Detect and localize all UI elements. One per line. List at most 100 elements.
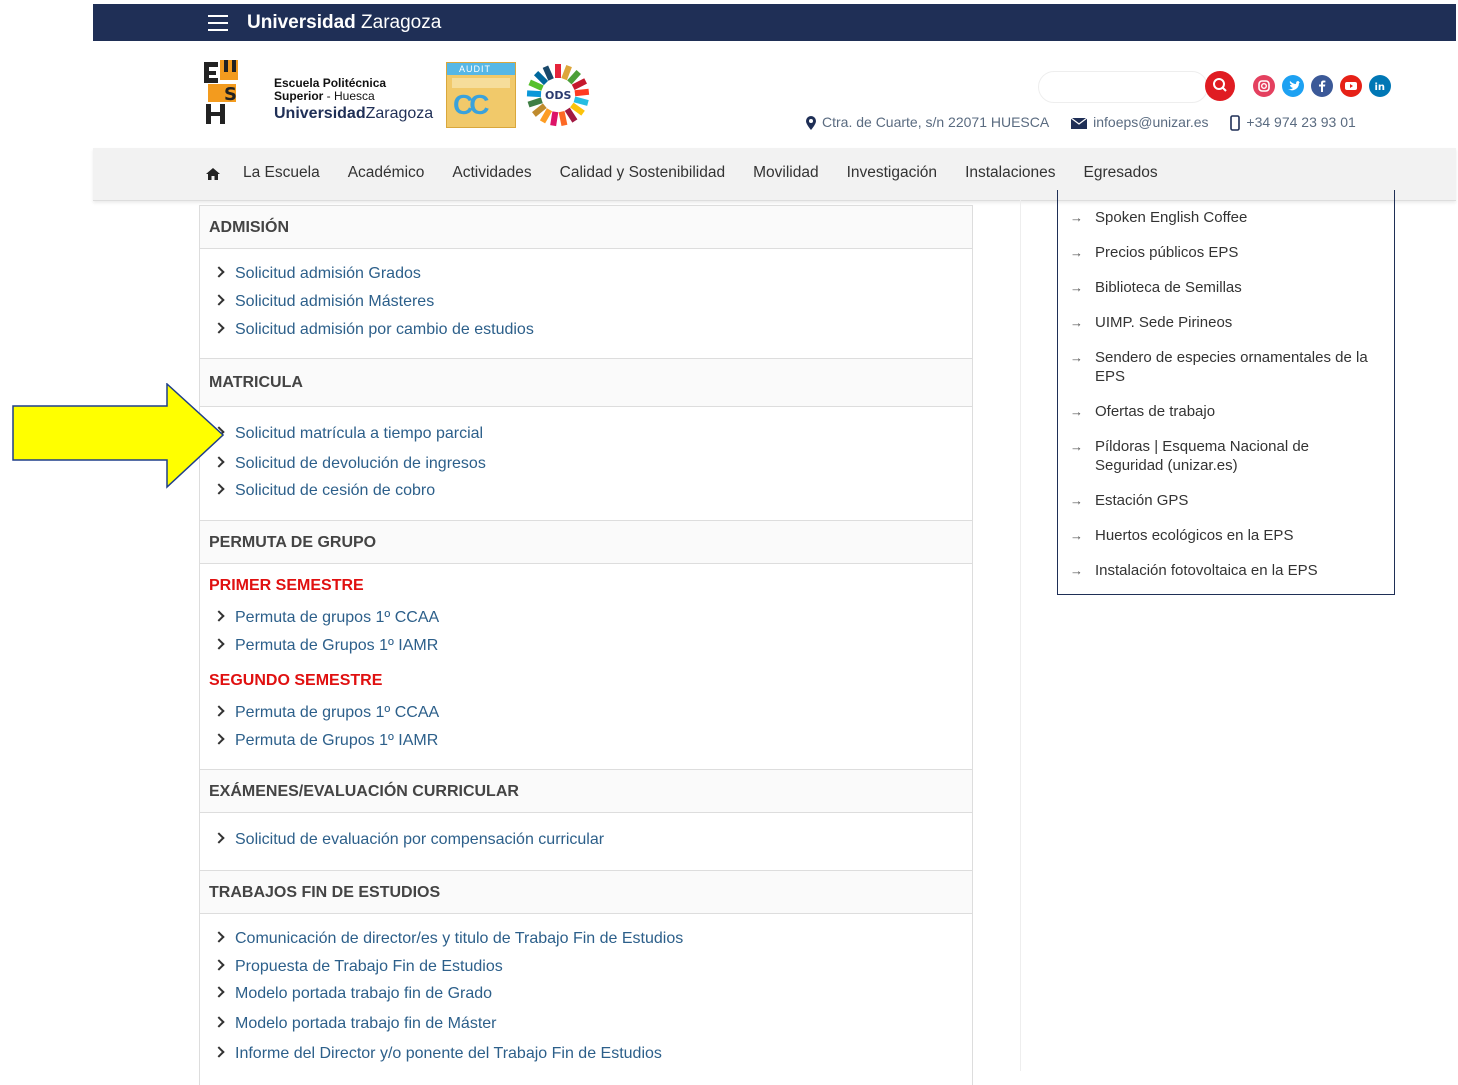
section-header-matricula: MATRICULA <box>200 358 972 407</box>
home-icon[interactable] <box>205 166 221 182</box>
twitter-button[interactable] <box>1282 75 1304 97</box>
ods-wheel-icon[interactable]: ODS <box>525 62 591 128</box>
nav-item-egresados[interactable]: Egresados <box>1084 164 1158 181</box>
arrow-right-icon: → <box>1070 563 1083 578</box>
link-text: Solicitud admisión por cambio de estudio… <box>235 321 534 338</box>
sidebar-item-label: Biblioteca de Semillas <box>1095 279 1242 296</box>
search-input[interactable] <box>1038 71 1208 103</box>
school-name: Escuela Politécnica Superior - Huesca Un… <box>274 77 444 122</box>
search-button[interactable] <box>1205 71 1235 101</box>
instagram-icon <box>1258 80 1270 92</box>
mobile-phone-icon <box>1230 115 1241 132</box>
sidebar-item-pildoras[interactable]: → Píldoras | Esquema Nacional de Segurida… <box>1070 437 1370 475</box>
arrow-right-icon: → <box>1070 315 1083 330</box>
link-matricula-tiempo-parcial[interactable]: Solicitud matrícula a tiempo parcial <box>213 425 483 443</box>
link-informe-director[interactable]: Informe del Director y/o ponente del Tra… <box>213 1045 662 1063</box>
link-tfe-comunicacion[interactable]: Comunicación de director/es y titulo de … <box>213 930 684 948</box>
instagram-button[interactable] <box>1253 75 1275 97</box>
audit-label: AUDIT <box>447 63 515 75</box>
chevron-right-icon <box>213 986 225 998</box>
sidebar-item-label: Huertos ecológicos en la EPS <box>1095 527 1294 544</box>
link-portada-grado[interactable]: Modelo portada trabajo fin de Grado <box>213 985 493 1003</box>
link-admision-grados[interactable]: Solicitud admisión Grados <box>213 265 421 283</box>
sidebar-item-sendero[interactable]: → Sendero de especies ornamentales de la … <box>1070 348 1370 386</box>
section-header-admision: ADMISIÓN <box>200 205 972 249</box>
link-tfe-propuesta[interactable]: Propuesta de Trabajo Fin de Estudios <box>213 958 503 976</box>
link-devolucion-ingresos[interactable]: Solicitud de devolución de ingresos <box>213 455 486 473</box>
sidebar-item-biblioteca-semillas[interactable]: → Biblioteca de Semillas <box>1070 278 1370 297</box>
sidebar-item-label: Precios públicos EPS <box>1095 244 1239 261</box>
quick-links-sidebar: → Spoken English Coffee → Precios públicos… <box>1057 190 1395 595</box>
link-permuta-1-ccaa[interactable]: Permuta de grupos 1º CCAA <box>213 609 439 627</box>
chevron-right-icon <box>213 832 225 844</box>
chevron-right-icon <box>213 322 225 334</box>
link-text: Permuta de Grupos 1º IAMR <box>235 637 439 654</box>
school-university-bold: Universidad <box>274 105 366 122</box>
segundo-semestre-heading: SEGUNDO SEMESTRE <box>209 672 383 689</box>
envelope-icon <box>1071 117 1088 129</box>
arrow-right-icon: → <box>1070 404 1083 419</box>
ods-label: ODS <box>545 89 571 102</box>
sidebar-item-fotovoltaica[interactable]: → Instalación fotovoltaica en la EPS <box>1070 561 1370 580</box>
facebook-icon <box>1319 80 1326 92</box>
sidebar-item-label: Píldoras | Esquema Nacional de Seguridad… <box>1095 438 1310 474</box>
svg-text:S: S <box>224 84 237 105</box>
sidebar-item-huertos[interactable]: → Huertos ecológicos en la EPS <box>1070 526 1370 545</box>
youtube-icon <box>1345 82 1357 90</box>
nav-item-la-escuela[interactable]: La Escuela <box>243 164 320 181</box>
university-brand[interactable]: Universidad Zaragoza <box>247 12 441 34</box>
nav-item-movilidad[interactable]: Movilidad <box>753 164 818 181</box>
facebook-button[interactable] <box>1311 75 1333 97</box>
link-admision-masteres[interactable]: Solicitud admisión Másteres <box>213 293 435 311</box>
chevron-right-icon <box>213 705 225 717</box>
arrow-right-icon: → <box>1070 493 1083 508</box>
link-text: Comunicación de director/es y titulo de … <box>235 930 684 947</box>
nav-item-academico[interactable]: Académico <box>348 164 425 181</box>
school-line2-bold: Superior <box>274 89 324 103</box>
nav-item-calidad-sostenibilidad[interactable]: Calidad y Sostenibilidad <box>560 164 725 181</box>
audit-badge[interactable]: AUDIT CC <box>446 62 516 128</box>
section-title-examenes: EXÁMENES/EVALUACIÓN CURRICULAR <box>209 783 519 800</box>
arrow-right-icon: → <box>1070 350 1083 365</box>
school-line2-rest: - Huesca <box>323 89 375 103</box>
school-university: UniversidadZaragoza <box>274 105 444 122</box>
link-permuta-2-ccaa[interactable]: Permuta de grupos 1º CCAA <box>213 704 439 722</box>
sidebar-item-label: Spoken English Coffee <box>1095 209 1248 226</box>
procedures-panel: ADMISIÓN Solicitud admisión Grados Solic… <box>199 205 973 1085</box>
contact-row: Ctra. de Cuarte, s/n 22071 HUESCA infoep… <box>806 114 1374 132</box>
sidebar-item-uimp[interactable]: → UIMP. Sede Pirineos <box>1070 313 1370 332</box>
link-permuta-1-iamr[interactable]: Permuta de Grupos 1º IAMR <box>213 637 439 655</box>
email-item[interactable]: infoeps@unizar.es <box>1071 114 1209 130</box>
link-text: Solicitud de evaluación por compensación… <box>235 831 605 848</box>
link-compensacion-curricular[interactable]: Solicitud de evaluación por compensación… <box>213 831 605 849</box>
sidebar-item-spoken-english[interactable]: → Spoken English Coffee <box>1070 208 1370 227</box>
section-title-permuta: PERMUTA DE GRUPO <box>209 534 377 551</box>
sidebar-item-estacion-gps[interactable]: → Estación GPS <box>1070 491 1370 510</box>
linkedin-icon: in <box>1375 82 1386 93</box>
sidebar-item-precios[interactable]: → Precios públicos EPS <box>1070 243 1370 262</box>
link-admision-cambio-estudios[interactable]: Solicitud admisión por cambio de estudio… <box>213 321 534 339</box>
link-cesion-cobro[interactable]: Solicitud de cesión de cobro <box>213 482 436 500</box>
section-header-tfe: TRABAJOS FIN DE ESTUDIOS <box>200 870 972 914</box>
link-permuta-2-iamr[interactable]: Permuta de Grupos 1º IAMR <box>213 732 438 750</box>
nav-item-instalaciones[interactable]: Instalaciones <box>965 164 1055 181</box>
chevron-right-icon <box>213 1016 225 1028</box>
phone-item[interactable]: +34 974 23 93 01 <box>1230 114 1356 132</box>
sidebar-item-label: Ofertas de trabajo <box>1095 403 1216 420</box>
menu-icon[interactable] <box>208 15 228 31</box>
chevron-right-icon <box>213 610 225 622</box>
link-text: Solicitud de cesión de cobro <box>235 482 436 499</box>
sidebar-item-label: Instalación fotovoltaica en la EPS <box>1095 562 1318 579</box>
link-text: Modelo portada trabajo fin de Grado <box>235 985 493 1002</box>
nav-item-investigacion[interactable]: Investigación <box>847 164 937 181</box>
phone-text: +34 974 23 93 01 <box>1246 114 1356 130</box>
link-text: Solicitud admisión Másteres <box>235 293 435 310</box>
link-portada-master[interactable]: Modelo portada trabajo fin de Máster <box>213 1015 496 1033</box>
linkedin-button[interactable]: in <box>1369 75 1391 97</box>
sidebar-item-ofertas-trabajo[interactable]: → Ofertas de trabajo <box>1070 402 1370 421</box>
nav-item-actividades[interactable]: Actividades <box>452 164 531 181</box>
audit-cc-icon: CC <box>453 89 490 120</box>
column-divider <box>1020 200 1021 1071</box>
youtube-button[interactable] <box>1340 75 1362 97</box>
audit-text-lines <box>452 78 510 88</box>
